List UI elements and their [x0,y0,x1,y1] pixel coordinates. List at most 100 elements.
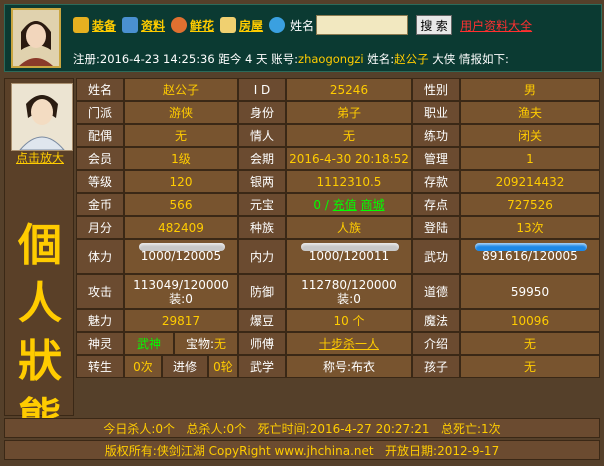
stat-value: 无 [124,124,238,147]
stat-value: 无 [460,355,600,378]
register-info-line: 注册:2016-4-23 14:25:36 距今 4 天 账号:zhaogong… [73,51,509,67]
stat-label: 攻击 [76,274,124,309]
stat-label: 月分 [76,216,124,239]
wugong-bar-cell: 891616/120005 [460,239,600,274]
name-value: 赵公子 [394,52,429,66]
stat-label: 等级 [76,170,124,193]
flowers-link[interactable]: 鲜花 [190,17,214,34]
character-portrait[interactable] [11,83,73,151]
yuanbao-cell: 0 / 充值 商城 [286,193,412,216]
stat-value: 10 个 [286,309,412,332]
study-value: 0轮 [208,355,238,378]
stat-label: 性别 [412,78,460,101]
stat-value: 482409 [124,216,238,239]
mall-link[interactable]: 商城 [361,198,385,212]
kill-stats-bar: 今日杀人:0个 总杀人:0个 死亡时间:2016-4-27 20:27:21 总… [4,418,600,438]
house-item[interactable]: 房屋 [220,17,263,34]
profile-link[interactable]: 资料 [141,17,165,34]
stat-value: 13次 [460,216,600,239]
stat-label: 爆豆 [238,309,286,332]
stat-value: 29817 [124,309,238,332]
equip-icon [73,17,89,33]
stat-value: 1112310.5 [286,170,412,193]
days-unit: 天 [256,52,268,66]
recharge-link[interactable]: 充值 [333,198,357,212]
stat-value: 566 [124,193,238,216]
death-total-label: 总死亡: [440,422,481,436]
enlarge-link[interactable]: 点击放大 [5,149,75,166]
account-label: 账号: [271,52,299,66]
copyright-text: 版权所有:侠剑江湖 CopyRight www.jhchina.net [104,444,374,458]
left-portrait-panel: 点击放大 個人狀態 [4,78,75,445]
register-label: 注册: [73,52,100,66]
stat-value: 59950 [460,274,600,309]
stat-label: 姓名 [76,78,124,101]
search-button[interactable]: 搜 索 [416,15,453,35]
stat-label: 金币 [76,193,124,216]
stat-value: 渔夫 [460,101,600,124]
page-frame: 装备 资料 鲜花 房屋 姓名 搜 索 用户资料大全 注册:2016-4-23 1… [0,0,604,466]
stat-label: 体力 [76,239,124,274]
study-label: 进修 [162,355,208,378]
stat-label: 转生 [76,355,124,378]
flower-icon [171,17,188,33]
stat-label: 魔法 [412,309,460,332]
stat-label: 道德 [412,274,460,309]
equip-link[interactable]: 装备 [92,17,116,34]
name-search-input[interactable] [316,15,409,35]
stat-label: 元宝 [238,193,286,216]
house-link[interactable]: 房屋 [239,17,263,34]
master-link[interactable]: 十步杀一人 [286,332,412,355]
title-value: 大侠 [432,52,456,66]
hp-bar-cell: 1000/120005 [124,239,238,274]
name-label: 姓名: [367,52,395,66]
stat-label: 神灵 [76,332,124,355]
attack-main: 113049/120000 [133,278,229,292]
stat-label: 登陆 [412,216,460,239]
stat-value: 1 [460,147,600,170]
wugong-bar-text: 891616/120005 [482,249,578,263]
today-kills: 0个 [155,422,176,436]
name-search-item: 姓名 搜 索 用户资料大全 [269,15,532,35]
stat-label: 魅力 [76,309,124,332]
stat-value: 无 [286,124,412,147]
attack-equip: 装:0 [169,292,193,306]
stat-value: 男 [460,78,600,101]
separator: / [321,198,333,212]
toolbar: 装备 资料 鲜花 房屋 姓名 搜 索 用户资料大全 [73,15,538,35]
portrait-icon [13,10,59,66]
defense-value: 112780/120000 装:0 [286,274,412,309]
open-date-label: 开放日期: [385,444,438,458]
user-avatar[interactable] [11,8,61,68]
days-value: 4 [245,52,253,66]
attack-value: 113049/120000 装:0 [124,274,238,309]
stat-value: 727526 [460,193,600,216]
stat-label: 防御 [238,274,286,309]
defense-equip: 装:0 [337,292,361,306]
stat-value: 弟子 [286,101,412,124]
stat-label: 内力 [238,239,286,274]
profile-icon [122,17,139,33]
stat-value: 2016-4-30 20:18:52 [286,147,412,170]
hp-bar-text: 1000/120005 [140,249,222,263]
stat-label: 孩子 [412,355,460,378]
rebirth-value: 0次 [124,355,162,378]
stat-label: 会期 [238,147,286,170]
stat-label: I D [238,78,286,101]
flowers-item[interactable]: 鲜花 [171,17,214,34]
header-bar: 装备 资料 鲜花 房屋 姓名 搜 索 用户资料大全 注册:2016-4-23 1… [4,4,602,72]
profile-item[interactable]: 资料 [122,17,165,34]
open-date: 2012-9-17 [437,444,500,458]
stat-value: 25246 [286,78,412,101]
stat-value: 1级 [124,147,238,170]
stat-value: 209214432 [460,170,600,193]
death-total: 1次 [481,422,501,436]
character-icon [12,84,72,151]
register-date: 2016-4-23 14:25:36 [99,52,215,66]
stat-value: 游侠 [124,101,238,124]
all-profiles-link[interactable]: 用户资料大全 [460,17,532,34]
stat-label: 职业 [412,101,460,124]
stat-value: 10096 [460,309,600,332]
equip-item[interactable]: 装备 [73,17,116,34]
stat-value: 闭关 [460,124,600,147]
